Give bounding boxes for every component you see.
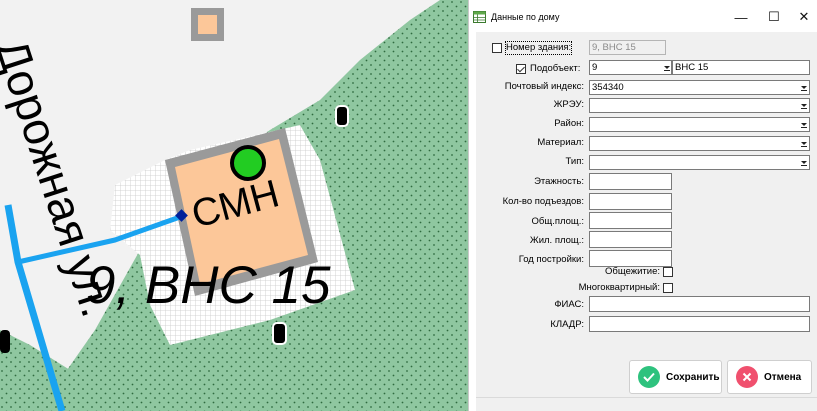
fias-field[interactable] <box>589 296 810 312</box>
building-number-label[interactable]: Номер здания: <box>504 41 573 55</box>
material-label: Материал: <box>537 137 584 148</box>
material-select[interactable] <box>589 136 810 151</box>
year-built-label: Год постройки: <box>518 254 584 265</box>
kladr-field[interactable] <box>589 316 810 332</box>
title-bar[interactable]: Данные по дому — ☐ ✕ <box>469 0 817 32</box>
save-button[interactable]: Сохранить <box>629 360 722 394</box>
postal-index-select[interactable]: 354340 <box>589 80 810 95</box>
chevron-down-icon <box>799 157 808 168</box>
type-label: Тип: <box>565 156 584 167</box>
zhreu-label: ЖРЭУ: <box>553 99 584 110</box>
chevron-down-icon <box>799 100 808 111</box>
type-select[interactable] <box>589 155 810 170</box>
district-label: Район: <box>554 118 584 129</box>
pin-marker <box>335 105 349 127</box>
address-label: 9, ВНС 15 <box>86 256 331 315</box>
status-marker <box>230 145 266 181</box>
form-panel: Номер здания: 9, ВНС 15 Подобъект: 9 ВНС… <box>476 32 817 397</box>
total-area-label: Общ.площ.: <box>531 216 584 227</box>
fias-label: ФИАС: <box>554 299 584 310</box>
dormitory-label: Общежитие: <box>605 266 660 277</box>
minimize-button[interactable]: — <box>724 4 758 30</box>
entrances-field[interactable] <box>589 193 672 210</box>
pin-marker <box>272 322 287 345</box>
entrances-label: Кол-во подъездов: <box>502 196 584 207</box>
building-number-field[interactable]: 9, ВНС 15 <box>589 40 666 55</box>
cancel-button[interactable]: Отмена <box>727 360 812 394</box>
chevron-down-icon <box>799 119 808 130</box>
pin-marker <box>0 330 10 353</box>
window-title: Данные по дому <box>491 12 560 22</box>
table-icon <box>473 11 486 23</box>
chevron-down-icon <box>799 138 808 149</box>
floors-label: Этажность: <box>534 176 584 187</box>
living-area-label: Жил. площ.: <box>529 235 584 246</box>
postal-index-label: Почтовый индекс: <box>504 81 584 92</box>
kladr-label: КЛАДР: <box>550 319 584 330</box>
zhreu-select[interactable] <box>589 98 810 113</box>
house-data-dialog: Данные по дому — ☐ ✕ Номер здания: 9, ВН… <box>468 0 817 411</box>
map-view[interactable]: Дорожная ул. СМН 9, ВНС 15 <box>0 0 468 411</box>
dormitory-checkbox[interactable] <box>663 267 673 277</box>
cross-icon <box>736 366 758 388</box>
apartment-building-label: Многоквартирный: <box>578 282 660 293</box>
subobject-name-field[interactable]: ВНС 15 <box>672 60 810 75</box>
status-strip <box>476 397 817 411</box>
map-canvas[interactable]: Дорожная ул. СМН 9, ВНС 15 <box>0 0 468 411</box>
save-button-label: Сохранить <box>666 371 720 383</box>
building-number-checkbox[interactable] <box>492 43 502 53</box>
floors-field[interactable] <box>589 173 672 190</box>
subobject-checkbox[interactable] <box>516 64 526 74</box>
apartment-building-checkbox[interactable] <box>663 283 673 293</box>
subobject-label[interactable]: Подобъект: <box>530 63 580 75</box>
district-select[interactable] <box>589 117 810 132</box>
chevron-down-icon <box>799 82 808 93</box>
subobject-number-field[interactable]: 9 <box>589 60 672 75</box>
maximize-button[interactable]: ☐ <box>757 4 791 30</box>
total-area-field[interactable] <box>589 212 672 229</box>
living-area-field[interactable] <box>589 231 672 248</box>
close-button[interactable]: ✕ <box>790 4 817 30</box>
chevron-down-icon[interactable] <box>663 62 671 74</box>
check-icon <box>638 366 660 388</box>
cancel-button-label: Отмена <box>764 371 802 383</box>
